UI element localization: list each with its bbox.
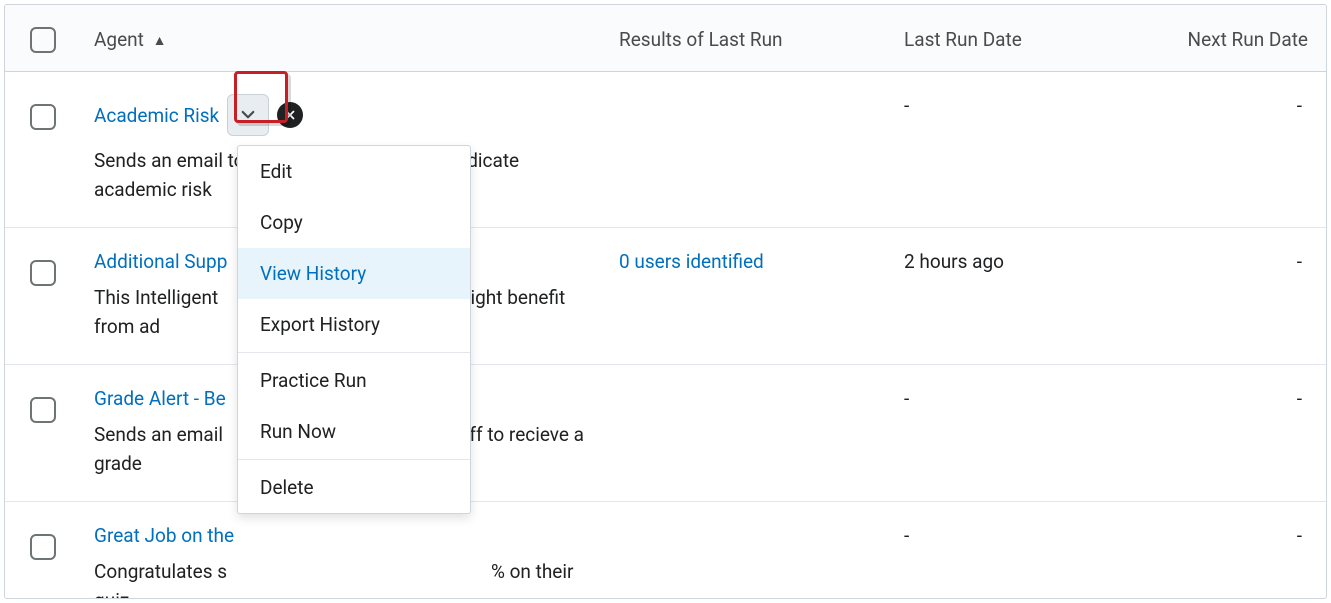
- results-cell: [605, 364, 890, 501]
- disabled-status-icon: [277, 102, 303, 128]
- next-run-cell: -: [1150, 72, 1327, 228]
- agents-table-container: Agent ▲ Results of Last Run Last Run Dat…: [4, 4, 1327, 599]
- menu-item-export-history[interactable]: Export History: [238, 299, 470, 350]
- table-row: Additional Supp This Intelligent xxxxxxx…: [5, 227, 1327, 364]
- row-checkbox[interactable]: [30, 534, 56, 560]
- table-row: Great Job on the Congratulates sxxxxxxxx…: [5, 501, 1327, 599]
- agent-description: Congratulates sxxxxxxxxxxxxxxxxxxxxxxxxx…: [94, 557, 591, 599]
- table-row: Academic Risk Sends an email to the stud…: [5, 72, 1327, 228]
- row-checkbox[interactable]: [30, 397, 56, 423]
- row-checkbox[interactable]: [30, 260, 56, 286]
- agent-name-link[interactable]: Academic Risk: [94, 104, 219, 127]
- sort-asc-icon: ▲: [153, 33, 167, 49]
- chevron-down-icon: [239, 106, 257, 124]
- menu-item-delete[interactable]: Delete: [238, 462, 470, 513]
- actions-dropdown-button[interactable]: [227, 94, 269, 136]
- menu-item-edit[interactable]: Edit: [238, 146, 470, 197]
- results-link[interactable]: 0 users identified: [619, 250, 764, 273]
- results-cell: [605, 501, 890, 599]
- table-row: Grade Alert - Be Sends an email xxxxxxxx…: [5, 364, 1327, 501]
- column-header-agent-label: Agent: [94, 28, 144, 51]
- row-checkbox[interactable]: [30, 104, 56, 130]
- menu-item-practice-run[interactable]: Practice Run: [238, 355, 470, 406]
- agent-name-link[interactable]: Great Job on the: [94, 524, 234, 547]
- menu-item-copy[interactable]: Copy: [238, 197, 470, 248]
- column-header-next-run[interactable]: Next Run Date: [1150, 5, 1327, 72]
- select-all-checkbox[interactable]: [30, 27, 56, 53]
- last-run-cell: -: [890, 72, 1150, 228]
- agent-name-link[interactable]: Grade Alert - Be: [94, 387, 226, 410]
- menu-separator: [238, 352, 470, 353]
- next-run-cell: -: [1150, 364, 1327, 501]
- next-run-cell: -: [1150, 501, 1327, 599]
- last-run-cell: -: [890, 364, 1150, 501]
- last-run-cell: -: [890, 501, 1150, 599]
- column-header-agent[interactable]: Agent ▲: [80, 5, 605, 72]
- results-cell: [605, 72, 890, 228]
- agents-table: Agent ▲ Results of Last Run Last Run Dat…: [5, 5, 1327, 599]
- agent-name-link[interactable]: Additional Supp: [94, 250, 227, 273]
- menu-item-view-history[interactable]: View History: [238, 248, 470, 299]
- column-header-results[interactable]: Results of Last Run: [605, 5, 890, 72]
- next-run-cell: -: [1150, 227, 1327, 364]
- menu-separator: [238, 459, 470, 460]
- column-header-last-run[interactable]: Last Run Date: [890, 5, 1150, 72]
- actions-dropdown-menu: Edit Copy View History Export History Pr…: [237, 145, 471, 514]
- last-run-cell: 2 hours ago: [890, 227, 1150, 364]
- menu-item-run-now[interactable]: Run Now: [238, 406, 470, 457]
